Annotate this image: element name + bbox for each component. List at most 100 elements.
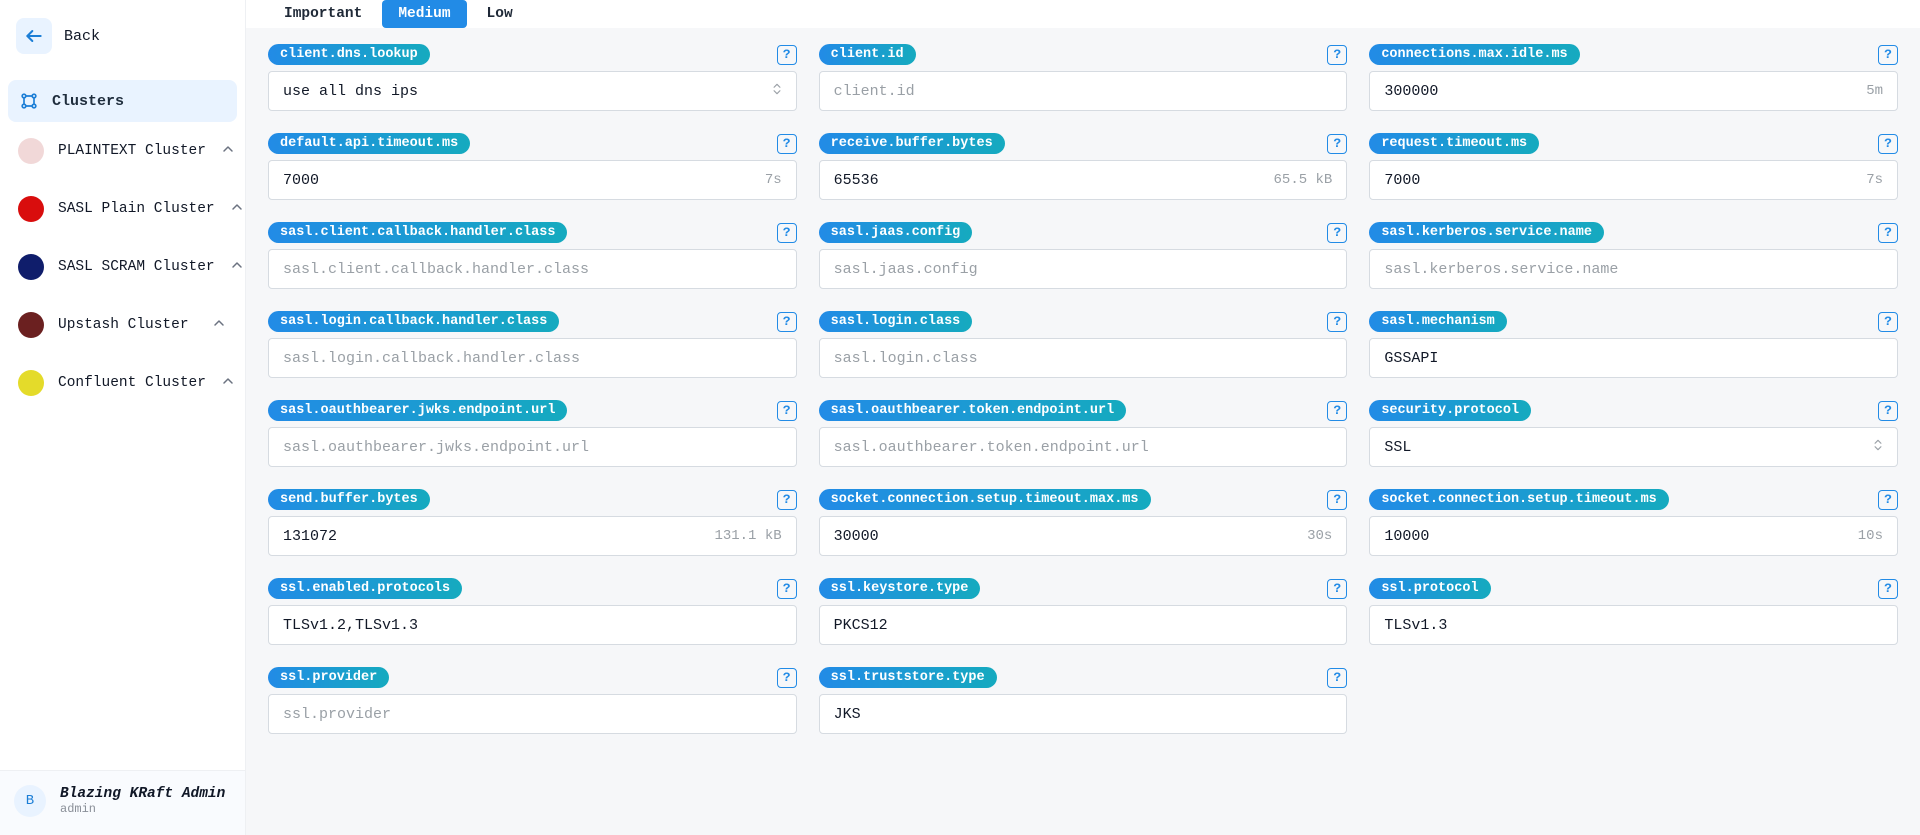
config-key-pill: sasl.client.callback.handler.class xyxy=(268,222,567,243)
config-field: ssl.protocol? xyxy=(1369,578,1898,645)
config-key-pill: socket.connection.setup.timeout.ms xyxy=(1369,489,1668,510)
cluster-color-dot xyxy=(18,138,44,164)
config-key-pill: client.dns.lookup xyxy=(268,44,430,65)
config-input[interactable] xyxy=(820,250,1347,288)
config-key-pill: ssl.provider xyxy=(268,667,389,688)
config-input[interactable] xyxy=(820,695,1347,733)
config-input[interactable] xyxy=(269,72,770,110)
config-key-pill: client.id xyxy=(819,44,916,65)
help-icon[interactable]: ? xyxy=(1327,312,1347,332)
config-input[interactable] xyxy=(269,428,796,466)
help-icon[interactable]: ? xyxy=(1878,490,1898,510)
config-input[interactable] xyxy=(820,339,1347,377)
help-icon[interactable]: ? xyxy=(777,490,797,510)
cluster-label: SASL Plain Cluster xyxy=(58,201,215,217)
help-icon[interactable]: ? xyxy=(1878,134,1898,154)
config-field: send.buffer.bytes?131.1 kB xyxy=(268,489,797,556)
config-key-pill: security.protocol xyxy=(1369,400,1531,421)
config-field: ssl.enabled.protocols? xyxy=(268,578,797,645)
tab-important[interactable]: Important xyxy=(268,0,378,28)
select-caret-icon[interactable] xyxy=(770,82,796,101)
config-field: sasl.oauthbearer.token.endpoint.url? xyxy=(819,400,1348,467)
help-icon[interactable]: ? xyxy=(1327,45,1347,65)
tab-medium[interactable]: Medium xyxy=(382,0,466,28)
config-input[interactable] xyxy=(1370,161,1866,199)
sidebar: Back Clusters PLAINTEXT Cluster SASL Plai… xyxy=(0,0,246,835)
config-input[interactable] xyxy=(269,517,714,555)
config-key-pill: ssl.keystore.type xyxy=(819,578,981,599)
help-icon[interactable]: ? xyxy=(777,134,797,154)
config-input[interactable] xyxy=(269,339,796,377)
config-input[interactable] xyxy=(1370,339,1897,377)
help-icon[interactable]: ? xyxy=(1878,579,1898,599)
main: ImportantMediumLow client.dns.lookup? cli… xyxy=(246,0,1920,835)
help-icon[interactable]: ? xyxy=(1878,223,1898,243)
help-icon[interactable]: ? xyxy=(1327,223,1347,243)
help-icon[interactable]: ? xyxy=(777,312,797,332)
config-input[interactable] xyxy=(1370,72,1866,110)
config-input[interactable] xyxy=(1370,606,1897,644)
config-input-wrap xyxy=(268,427,797,467)
user-name: Blazing KRaft Admin xyxy=(60,786,225,802)
help-icon[interactable]: ? xyxy=(777,223,797,243)
help-icon[interactable]: ? xyxy=(1327,134,1347,154)
help-icon[interactable]: ? xyxy=(1327,579,1347,599)
help-icon[interactable]: ? xyxy=(777,668,797,688)
sidebar-cluster-item[interactable]: Upstash Cluster xyxy=(8,296,237,354)
avatar[interactable]: B xyxy=(14,785,46,817)
help-icon[interactable]: ? xyxy=(777,579,797,599)
config-field: request.timeout.ms?7s xyxy=(1369,133,1898,200)
config-input[interactable] xyxy=(1370,517,1857,555)
config-input-wrap: 5m xyxy=(1369,71,1898,111)
help-icon[interactable]: ? xyxy=(1327,668,1347,688)
chevron-up-icon xyxy=(229,257,245,278)
arrow-left-icon xyxy=(16,18,52,54)
select-caret-icon[interactable] xyxy=(1871,438,1897,457)
config-input[interactable] xyxy=(269,695,796,733)
config-input-wrap xyxy=(819,249,1348,289)
help-icon[interactable]: ? xyxy=(1878,45,1898,65)
help-icon[interactable]: ? xyxy=(777,45,797,65)
config-field: receive.buffer.bytes?65.5 kB xyxy=(819,133,1348,200)
config-input-wrap: 30s xyxy=(819,516,1348,556)
config-input[interactable] xyxy=(269,606,796,644)
cluster-color-dot xyxy=(18,370,44,396)
config-input-wrap xyxy=(819,694,1348,734)
config-input-wrap xyxy=(268,71,797,111)
help-icon[interactable]: ? xyxy=(1878,312,1898,332)
config-field: ssl.provider? xyxy=(268,667,797,734)
help-icon[interactable]: ? xyxy=(1878,401,1898,421)
help-icon[interactable]: ? xyxy=(777,401,797,421)
user-role: admin xyxy=(60,802,225,816)
sidebar-cluster-item[interactable]: PLAINTEXT Cluster xyxy=(8,122,237,180)
sidebar-section-clusters[interactable]: Clusters xyxy=(8,80,237,122)
sidebar-cluster-item[interactable]: SASL Plain Cluster xyxy=(8,180,237,238)
config-input-wrap: 10s xyxy=(1369,516,1898,556)
chevron-up-icon xyxy=(211,315,227,336)
config-input[interactable] xyxy=(269,161,765,199)
config-key-pill: sasl.oauthbearer.jwks.endpoint.url xyxy=(268,400,567,421)
sidebar-cluster-item[interactable]: Confluent Cluster xyxy=(8,354,237,412)
config-key-pill: default.api.timeout.ms xyxy=(268,133,470,154)
value-suffix: 131.1 kB xyxy=(714,528,795,544)
sidebar-cluster-item[interactable]: SASL SCRAM Cluster xyxy=(8,238,237,296)
config-key-pill: sasl.oauthbearer.token.endpoint.url xyxy=(819,400,1127,421)
config-input[interactable] xyxy=(269,250,796,288)
config-input[interactable] xyxy=(820,161,1274,199)
config-input-wrap xyxy=(268,249,797,289)
tab-low[interactable]: Low xyxy=(471,0,529,28)
config-key-pill: ssl.enabled.protocols xyxy=(268,578,462,599)
config-input[interactable] xyxy=(820,606,1347,644)
back-button[interactable]: Back xyxy=(8,10,237,62)
help-icon[interactable]: ? xyxy=(1327,490,1347,510)
config-input[interactable] xyxy=(820,428,1347,466)
help-icon[interactable]: ? xyxy=(1327,401,1347,421)
config-input[interactable] xyxy=(1370,428,1871,466)
config-input-wrap xyxy=(1369,605,1898,645)
config-input[interactable] xyxy=(820,72,1347,110)
config-input-wrap: 7s xyxy=(1369,160,1898,200)
config-input[interactable] xyxy=(1370,250,1897,288)
config-key-pill: sasl.mechanism xyxy=(1369,311,1506,332)
config-key-pill: receive.buffer.bytes xyxy=(819,133,1005,154)
config-input[interactable] xyxy=(820,517,1307,555)
